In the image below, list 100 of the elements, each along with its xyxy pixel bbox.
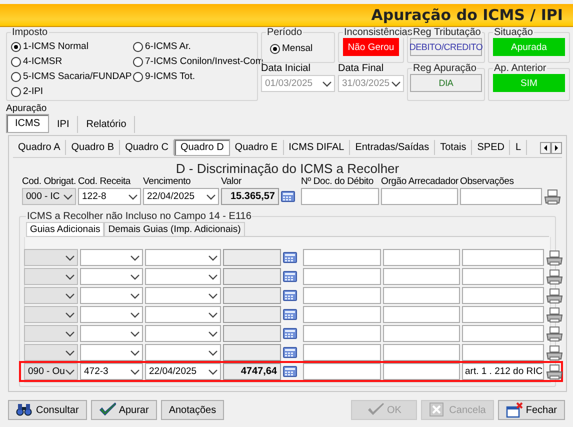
printer-icon[interactable]: [546, 250, 563, 266]
radio-button[interactable]: [11, 56, 21, 66]
field-label: Data Inicial: [261, 63, 312, 75]
scroll-left-icon[interactable]: [540, 142, 551, 154]
status-indicator: Não Gerou: [343, 38, 399, 56]
radio-button[interactable]: [11, 86, 21, 96]
radio-button[interactable]: [133, 72, 143, 82]
calculator-icon[interactable]: [283, 270, 297, 283]
text-field[interactable]: [462, 268, 544, 285]
tab[interactable]: Demais Guias (Imp. Adicionais): [104, 222, 245, 236]
text-field[interactable]: [383, 363, 460, 380]
calculator-icon[interactable]: [283, 327, 297, 340]
dropdown[interactable]: [80, 287, 143, 304]
printer-icon[interactable]: [546, 288, 563, 304]
column-label: Cod. Receita: [78, 176, 132, 188]
dropdown[interactable]: [145, 249, 221, 266]
dropdown[interactable]: [80, 325, 143, 342]
text-field[interactable]: [301, 188, 379, 205]
dropdown[interactable]: [145, 268, 221, 285]
dropdown[interactable]: [24, 325, 78, 342]
value-field[interactable]: [223, 325, 281, 342]
printer-icon[interactable]: [546, 364, 563, 380]
dropdown[interactable]: [24, 306, 78, 323]
text-field[interactable]: [383, 249, 460, 266]
printer-icon[interactable]: [546, 326, 563, 342]
dropdown[interactable]: [145, 306, 221, 323]
scroll-right-icon[interactable]: [551, 142, 562, 154]
caret-icon: [65, 330, 75, 338]
radio-button[interactable]: [133, 42, 143, 52]
text-field[interactable]: [303, 287, 381, 304]
text-field[interactable]: [462, 306, 544, 323]
calculator-icon[interactable]: [283, 251, 297, 264]
printer-icon[interactable]: [544, 188, 561, 204]
button[interactable]: Consultar: [8, 400, 87, 420]
value-field[interactable]: 15.365,57: [221, 188, 279, 205]
dropdown[interactable]: [80, 344, 143, 361]
cancel-icon: [429, 402, 446, 418]
dropdown[interactable]: [145, 287, 221, 304]
text-field[interactable]: [462, 287, 544, 304]
tab[interactable]: ICMS: [6, 114, 49, 133]
column-label: Valor: [221, 176, 242, 188]
text-field[interactable]: [383, 287, 460, 304]
dropdown[interactable]: [80, 268, 143, 285]
calculator-icon[interactable]: [283, 346, 297, 359]
dropdown[interactable]: 122-8: [78, 188, 141, 205]
dropdown[interactable]: [80, 249, 143, 266]
text-field[interactable]: [383, 344, 460, 361]
text-field[interactable]: [462, 249, 544, 266]
dropdown[interactable]: [145, 344, 221, 361]
dropdown[interactable]: 000 - IC: [22, 188, 76, 205]
button[interactable]: Apurar: [90, 400, 157, 420]
text-field[interactable]: [303, 363, 381, 380]
dropdown[interactable]: 22/04/2025: [145, 363, 221, 380]
printer-icon[interactable]: [546, 344, 563, 360]
text-field[interactable]: [303, 344, 381, 361]
text-field[interactable]: [462, 344, 544, 361]
text-field[interactable]: [462, 325, 544, 342]
radio-button[interactable]: [11, 72, 21, 82]
text-field[interactable]: [460, 188, 542, 205]
dropdown[interactable]: [24, 344, 78, 361]
dropdown[interactable]: [145, 325, 221, 342]
dropdown[interactable]: 22/04/2025: [143, 188, 219, 205]
caret-icon: [65, 368, 75, 376]
dropdown[interactable]: [24, 268, 78, 285]
calculator-icon[interactable]: [283, 308, 297, 321]
text-field[interactable]: [303, 249, 381, 266]
text-field[interactable]: [383, 325, 460, 342]
value-field[interactable]: [223, 287, 281, 304]
text-field[interactable]: [381, 188, 458, 205]
dropdown[interactable]: 472-3: [80, 363, 143, 380]
tab[interactable]: Guias Adicionais: [26, 222, 104, 236]
dropdown[interactable]: [80, 306, 143, 323]
value-field[interactable]: 4747,64: [223, 363, 281, 380]
dropdown[interactable]: [24, 249, 78, 266]
radio-button[interactable]: [270, 44, 280, 54]
value-field[interactable]: [223, 344, 281, 361]
printer-icon[interactable]: [546, 268, 563, 284]
text-field[interactable]: [303, 268, 381, 285]
column-label: Orgão Arrecadador: [381, 176, 458, 188]
printer-icon[interactable]: [546, 306, 563, 322]
group-label: Ap. Anterior: [493, 63, 548, 74]
dropdown[interactable]: 090 - Ou: [24, 363, 78, 380]
radio-button[interactable]: [11, 42, 21, 52]
button[interactable]: Anotações: [160, 400, 224, 420]
tab[interactable]: ICMS DIFAL: [284, 140, 350, 155]
calculator-icon[interactable]: [283, 365, 297, 378]
calculator-icon[interactable]: [281, 190, 295, 203]
radio-button[interactable]: [133, 56, 143, 66]
calculator-icon[interactable]: [283, 289, 297, 302]
dropdown[interactable]: [24, 287, 78, 304]
button[interactable]: Fechar: [498, 400, 565, 420]
text-field[interactable]: [303, 306, 381, 323]
tab[interactable]: Quadro D: [174, 139, 230, 156]
value-field[interactable]: [223, 268, 281, 285]
text-field[interactable]: art. 1 . 212 do RIC: [462, 363, 544, 380]
value-field[interactable]: [223, 306, 281, 323]
text-field[interactable]: [383, 306, 460, 323]
value-field[interactable]: [223, 249, 281, 266]
text-field[interactable]: [383, 268, 460, 285]
text-field[interactable]: [303, 325, 381, 342]
